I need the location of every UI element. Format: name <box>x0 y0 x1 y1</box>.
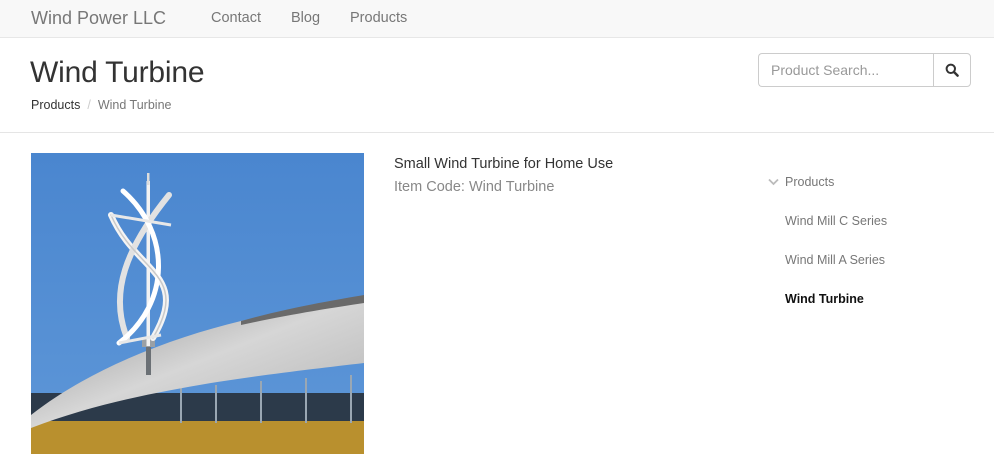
breadcrumb-current: Wind Turbine <box>97 98 172 112</box>
sidebar-item-wind-mill-a-series[interactable]: Wind Mill A Series <box>785 253 885 267</box>
wind-turbine-photo <box>31 153 364 454</box>
navbar: Wind Power LLC Contact Blog Products <box>0 0 994 38</box>
breadcrumb-separator: / <box>87 98 91 112</box>
product-search <box>758 53 971 87</box>
sidebar-header-label: Products <box>785 175 835 189</box>
product-image <box>31 153 364 454</box>
sidebar-item-wind-turbine[interactable]: Wind Turbine <box>785 292 864 306</box>
search-icon <box>945 63 959 77</box>
breadcrumb-products-link[interactable]: Products <box>31 98 80 112</box>
sidebar-header-products[interactable]: Products <box>768 175 834 189</box>
page-header: Wind Turbine Products / Wind Turbine <box>0 38 994 133</box>
item-code: Item Code: Wind Turbine <box>394 179 555 195</box>
sidebar-item-wind-mill-c-series[interactable]: Wind Mill C Series <box>785 214 887 228</box>
brand-link[interactable]: Wind Power LLC <box>31 8 166 29</box>
breadcrumb: Products / Wind Turbine <box>31 98 171 112</box>
nav-link-blog[interactable]: Blog <box>291 10 320 26</box>
nav-link-products[interactable]: Products <box>350 10 407 26</box>
product-name: Small Wind Turbine for Home Use <box>394 156 614 172</box>
search-button[interactable] <box>933 53 971 87</box>
chevron-down-icon <box>768 178 779 186</box>
search-input[interactable] <box>758 53 934 87</box>
page-title: Wind Turbine <box>30 56 205 89</box>
nav-link-contact[interactable]: Contact <box>211 10 261 26</box>
